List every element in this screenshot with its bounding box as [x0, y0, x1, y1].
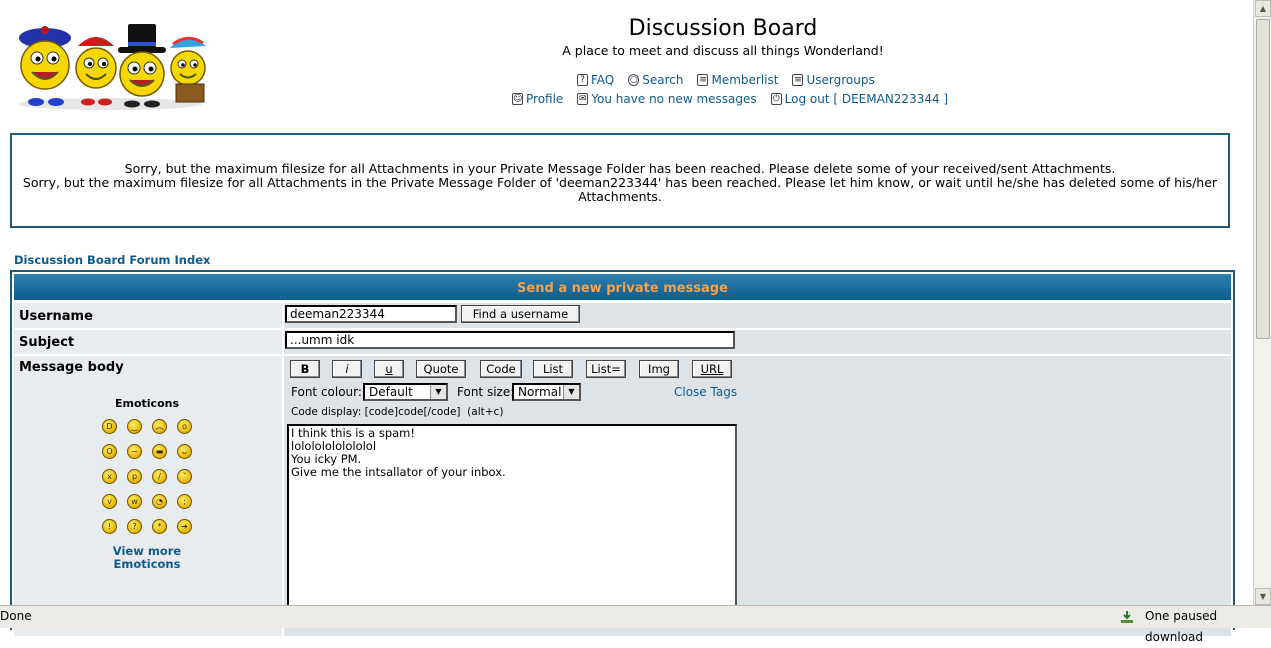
font-colour-value: Default	[369, 385, 413, 399]
code-display-hint: Code display: [code]code[/code] (alt+c)	[291, 406, 504, 418]
italic-button[interactable]: i	[332, 360, 362, 378]
subject-label: Subject	[14, 330, 282, 354]
subject-input[interactable]	[285, 331, 735, 349]
font-size-select[interactable]: Normal ▼	[512, 383, 581, 401]
nav-faq-label[interactable]: FAQ	[591, 73, 614, 87]
emoticon-surprised-icon[interactable]: o	[177, 419, 192, 434]
nav-usergroups[interactable]: ≡ Usergroups	[792, 73, 875, 87]
board-title: Discussion Board	[628, 16, 818, 41]
faq-icon: ?	[577, 74, 588, 86]
nav-logout-label[interactable]: Log out [ DEEMAN223344 ]	[785, 92, 948, 106]
emoticon-wink-icon[interactable]: ;	[177, 494, 192, 509]
code-button[interactable]: Code	[480, 360, 522, 378]
nav-search-label[interactable]: Search	[642, 73, 683, 87]
vertical-scrollbar[interactable]: ▲ ▼	[1253, 0, 1271, 605]
status-text: Done	[0, 609, 32, 623]
emoticon-twisted-icon[interactable]: w	[127, 494, 142, 509]
download-icon[interactable]	[1120, 610, 1134, 624]
message-body-textarea[interactable]: I think this is a spam! lolololololololo…	[287, 424, 737, 624]
notice-line-recipient-folder: Sorry, but the maximum filesize for all …	[22, 175, 1218, 204]
emoticon-crying-icon[interactable]: ˇ	[177, 469, 192, 484]
emoticon-cool-icon[interactable]: ▬	[152, 444, 167, 459]
scroll-thumb[interactable]	[1256, 19, 1270, 339]
memberlist-icon: ≡	[697, 74, 709, 86]
nav-messages-label[interactable]: You have no new messages	[591, 92, 756, 106]
nav-row-secondary: ☺ Profile ✉ You have no new messages ⏻ L…	[512, 92, 948, 106]
nav-messages[interactable]: ✉ You have no new messages	[577, 92, 757, 106]
font-size-label: Font size:	[457, 385, 515, 399]
emoticon-arrow-icon[interactable]: ➜	[177, 519, 192, 534]
font-colour-select[interactable]: Default ▼	[363, 383, 448, 401]
nav-faq[interactable]: ? FAQ	[577, 73, 614, 87]
site-logo[interactable]	[10, 20, 210, 112]
emoticon-rolling-eyes-icon[interactable]: ◔	[152, 494, 167, 509]
emoticon-sad-icon[interactable]: ︵	[152, 419, 167, 434]
emoticon-exclamation-icon[interactable]: !	[102, 519, 117, 534]
font-colour-label: Font colour:	[291, 385, 362, 399]
image-button[interactable]: Img	[639, 360, 679, 378]
nav-logout[interactable]: ⏻ Log out [ DEEMAN223344 ]	[770, 92, 948, 106]
emoticon-big-grin-icon[interactable]: D	[102, 419, 117, 434]
emoticon-evil-icon[interactable]: v	[102, 494, 117, 509]
emoticon-embarrassed-icon[interactable]: /	[152, 469, 167, 484]
quote-button[interactable]: Quote	[416, 360, 466, 378]
emoticon-smile-icon[interactable]: ‿	[127, 419, 142, 434]
nav-memberlist[interactable]: ≡ Memberlist	[697, 73, 778, 87]
notice-line-own-folder: Sorry, but the maximum filesize for all …	[124, 161, 1116, 176]
view-more-line2[interactable]: Emoticons	[12, 558, 282, 571]
browser-status-bar: Done One paused download	[0, 605, 1271, 644]
scroll-down-icon[interactable]: ▼	[1255, 588, 1271, 605]
profile-icon: ☺	[512, 93, 523, 105]
username-label: Username	[14, 303, 282, 328]
close-tags-link[interactable]: Close Tags	[674, 385, 737, 399]
underline-button[interactable]: u	[374, 360, 404, 378]
emoticon-shocked-icon[interactable]: O	[102, 444, 117, 459]
ordered-list-button[interactable]: List=	[586, 360, 626, 378]
breadcrumb-forum-index[interactable]: Discussion Board Forum Index	[14, 253, 210, 267]
download-status[interactable]: One paused download	[1145, 606, 1271, 648]
emoticon-confused-icon[interactable]: ~	[127, 444, 142, 459]
username-input[interactable]	[285, 305, 457, 323]
bold-button[interactable]: B	[290, 360, 320, 378]
emoticon-question-icon[interactable]: ?	[127, 519, 142, 534]
scroll-up-icon[interactable]: ▲	[1255, 0, 1271, 17]
list-button[interactable]: List	[533, 360, 573, 378]
chevron-down-icon: ▼	[563, 385, 579, 399]
logout-icon: ⏻	[770, 93, 782, 105]
nav-search[interactable]: ○ Search	[628, 73, 683, 87]
search-icon: ○	[628, 74, 640, 86]
emoticon-razz-icon[interactable]: p	[127, 469, 142, 484]
url-button[interactable]: URL	[692, 360, 732, 378]
nav-profile[interactable]: ☺ Profile	[512, 92, 563, 106]
nav-usergroups-label[interactable]: Usergroups	[806, 73, 874, 87]
usergroups-icon: ≡	[792, 74, 804, 86]
find-username-button[interactable]: Find a username	[461, 305, 580, 323]
nav-row-primary: ? FAQ ○ Search ≡ Memberlist ≡ Usergroups	[577, 73, 875, 87]
emoticons-title: Emoticons	[114, 397, 180, 410]
message-body-label: Message body	[19, 360, 124, 375]
view-more-emoticons-link[interactable]: View more Emoticons	[12, 545, 282, 571]
messages-icon: ✉	[577, 93, 589, 105]
emoticon-laughing-icon[interactable]: ᴗ	[177, 444, 192, 459]
nav-memberlist-label[interactable]: Memberlist	[711, 73, 778, 87]
chevron-down-icon: ▼	[430, 385, 446, 399]
attachment-quota-notice: Sorry, but the maximum filesize for all …	[10, 133, 1230, 228]
board-subtitle: A place to meet and discuss all things W…	[562, 43, 884, 58]
form-heading: Send a new private message	[14, 274, 1231, 300]
emoticon-mad-icon[interactable]: x	[102, 469, 117, 484]
font-size-value: Normal	[518, 385, 562, 399]
emoticon-idea-icon[interactable]: *	[152, 519, 167, 534]
nav-profile-label[interactable]: Profile	[526, 92, 563, 106]
